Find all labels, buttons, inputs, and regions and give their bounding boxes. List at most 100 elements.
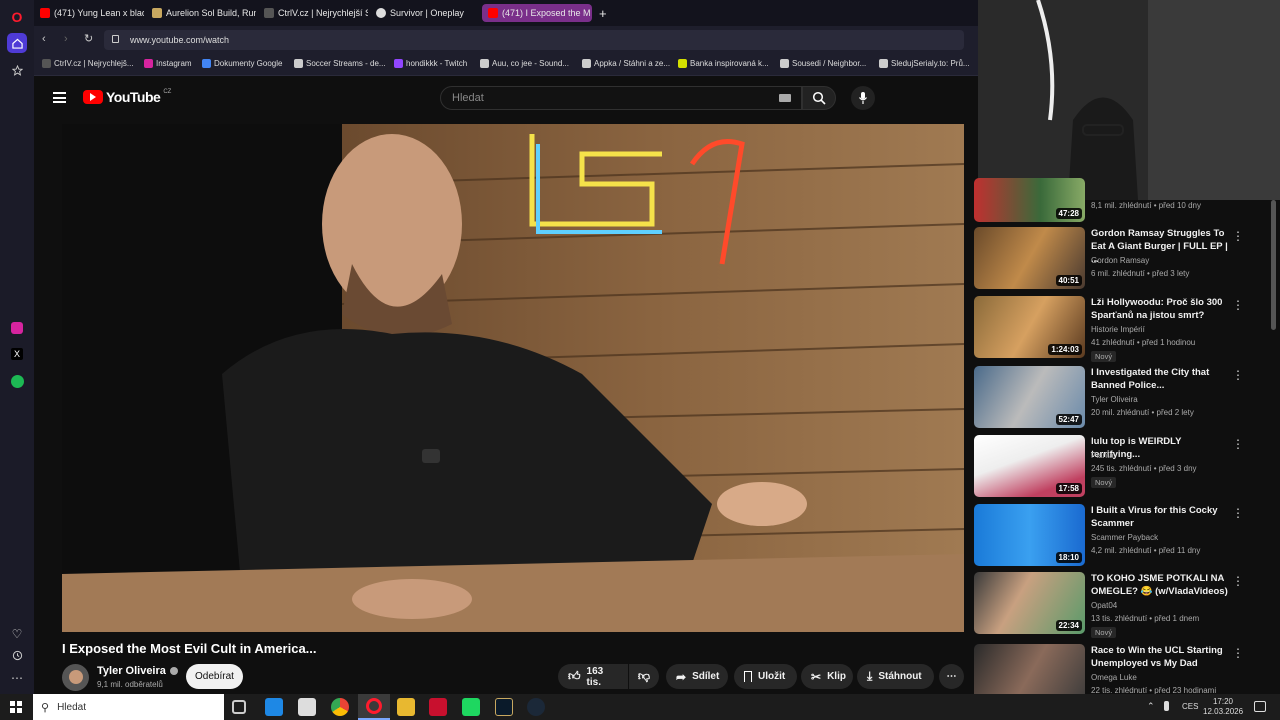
verified-icon <box>169 667 178 675</box>
share-button[interactable]: ➦ Sdílet <box>666 664 728 689</box>
video-player[interactable] <box>62 124 964 632</box>
star-icon[interactable] <box>7 60 27 80</box>
new-tab-button[interactable]: + <box>596 4 614 22</box>
page-icon <box>480 59 489 68</box>
recommendation-item[interactable]: 1:24:03 Lži Hollywoodu: Proč šlo 300 Spa… <box>974 296 1264 362</box>
scissors-icon: ✂ <box>811 669 822 684</box>
language-indicator[interactable]: CES <box>1182 702 1198 711</box>
microphone-icon[interactable] <box>1164 701 1169 711</box>
site-favicon-icon <box>152 8 162 18</box>
address-bar[interactable]: www.youtube.com/watch <box>104 30 964 50</box>
kebab-menu-icon[interactable]: ⋮ <box>1232 437 1244 451</box>
opera-logo-icon[interactable]: O <box>7 7 27 27</box>
search-button[interactable] <box>802 86 836 110</box>
bookmark-item[interactable]: SledujSerialy.to: Prů... <box>879 59 970 68</box>
recommendation-item[interactable]: 17:58 lulu top is WEIRDLY terrifying... … <box>974 435 1264 499</box>
youtube-play-icon <box>83 90 103 104</box>
store-icon[interactable] <box>298 698 316 716</box>
windows-start-icon[interactable] <box>10 701 22 713</box>
save-button[interactable]: Uložit <box>734 664 797 689</box>
league-client-icon[interactable] <box>495 698 513 716</box>
keyboard-icon[interactable] <box>779 94 791 102</box>
video-thumbnail[interactable]: 47:28 <box>974 178 1085 222</box>
download-button[interactable]: ⤓ Stáhnout <box>857 664 934 689</box>
scrollbar-thumb[interactable] <box>1271 200 1276 330</box>
history-icon[interactable] <box>7 645 27 665</box>
bookmark-item[interactable]: Banka inspirovaná k... <box>678 59 769 68</box>
x-icon[interactable]: X <box>7 344 27 364</box>
bookmark-item[interactable]: Appka / Stáhni a ze... <box>582 59 670 68</box>
recommendation-item[interactable]: 22:34 TO KOHO JSME POTKALI NA OMEGLE? 😂 … <box>974 572 1264 638</box>
clip-button[interactable]: ✂ Klip <box>801 664 853 689</box>
recommendation-item[interactable]: 52:47 I Investigated the City that Banne… <box>974 366 1264 430</box>
subscribe-button[interactable]: Odebírat <box>186 664 243 689</box>
site-favicon-icon <box>264 8 274 18</box>
subscriber-count: 9,1 mil. odběratelů <box>97 680 163 689</box>
youtube-logo[interactable]: YouTube CZ <box>83 89 171 105</box>
bookmark-item[interactable]: Soccer Streams - de... <box>294 59 386 68</box>
bookmark-item[interactable]: Dokumenty Google <box>202 59 282 68</box>
bookmark-item[interactable]: Instagram <box>144 59 192 68</box>
file-explorer-icon[interactable] <box>397 698 415 716</box>
bookmark-item[interactable]: Auu, co jee - Sound... <box>480 59 569 68</box>
bookmark-item[interactable]: CtrlV.cz | Nejrychlejš... <box>42 59 134 68</box>
voice-search-button[interactable] <box>851 86 875 110</box>
mail-icon[interactable] <box>265 698 283 716</box>
task-view-icon[interactable] <box>232 700 246 714</box>
recommendation-item[interactable]: 40:51 Gordon Ramsay Struggles To Eat A G… <box>974 227 1264 291</box>
more-icon[interactable]: ⋯ <box>7 668 27 688</box>
kebab-menu-icon[interactable]: ⋮ <box>1232 506 1244 520</box>
lock-icon <box>112 35 119 43</box>
instagram-icon <box>144 59 153 68</box>
kebab-menu-icon[interactable]: ⋮ <box>1232 298 1244 312</box>
kebab-menu-icon[interactable]: ⋮ <box>1232 229 1244 243</box>
bookmark-item[interactable]: Sousedi / Neighbor... <box>780 59 866 68</box>
forward-icon[interactable]: › <box>64 33 68 45</box>
like-button[interactable]: 👍︎ 163 tis. <box>558 664 628 689</box>
taskbar-search[interactable]: ⚲ Hledat <box>33 694 224 720</box>
notification-icon[interactable] <box>1254 701 1266 712</box>
kebab-menu-icon[interactable]: ⋮ <box>1232 574 1244 588</box>
video-thumbnail[interactable]: 17:58 <box>974 435 1085 497</box>
menu-icon[interactable] <box>53 92 66 103</box>
video-thumbnail[interactable]: 52:47 <box>974 366 1085 428</box>
page-icon <box>780 59 789 68</box>
reload-icon[interactable]: ↻ <box>84 32 93 45</box>
video-thumbnail[interactable]: 40:51 <box>974 227 1085 289</box>
steam-icon[interactable] <box>527 698 545 716</box>
webcam-overlay <box>978 0 1280 200</box>
instagram-icon[interactable] <box>7 318 27 338</box>
app-icon[interactable] <box>462 698 480 716</box>
thumbs-down-icon: 👎︎ <box>637 669 651 683</box>
tab-2[interactable]: CtrlV.cz | Nejrychlejší Scre <box>258 4 368 22</box>
recommendation-item[interactable]: 47:28 8,1 mil. zhlédnutí • před 10 dny <box>974 178 1264 222</box>
chrome-icon[interactable] <box>331 698 349 716</box>
heart-icon[interactable]: ♡ <box>7 624 27 644</box>
recommendation-item[interactable]: Race to Win the UCL Starting Unemployed … <box>974 644 1264 694</box>
back-icon[interactable]: ‹ <box>42 33 46 45</box>
app-icon[interactable] <box>429 698 447 716</box>
clock[interactable]: 17:20 12.03.2026 <box>1203 697 1243 717</box>
home-icon[interactable] <box>7 33 27 53</box>
video-thumbnail[interactable]: 18:10 <box>974 504 1085 566</box>
channel-avatar[interactable] <box>62 664 89 691</box>
opera-taskbar-button[interactable] <box>358 694 390 720</box>
kebab-menu-icon[interactable]: ⋮ <box>1232 646 1244 660</box>
search-icon: ⚲ <box>41 701 50 714</box>
video-thumbnail[interactable] <box>974 644 1085 694</box>
video-thumbnail[interactable]: 1:24:03 <box>974 296 1085 358</box>
video-thumbnail[interactable]: 22:34 <box>974 572 1085 634</box>
dislike-button[interactable]: 👎︎ <box>629 664 659 689</box>
chevron-up-icon[interactable]: ⌃ <box>1147 701 1155 712</box>
more-actions-button[interactable]: ⋯ <box>939 664 964 689</box>
recommendation-item[interactable]: 18:10 I Built a Virus for this Cocky Sca… <box>974 504 1264 568</box>
bookmark-item[interactable]: hondikkk - Twitch <box>394 59 467 68</box>
tab-active[interactable]: (471) I Exposed the M <box>482 4 592 22</box>
tab-0[interactable]: (471) Yung Lean x bladee <box>34 4 144 22</box>
tab-3[interactable]: Survivor | Oneplay <box>370 4 480 22</box>
spotify-icon[interactable] <box>7 371 27 391</box>
kebab-menu-icon[interactable]: ⋮ <box>1232 368 1244 382</box>
search-input[interactable]: Hledat <box>440 86 802 110</box>
channel-name[interactable]: Tyler Oliveira <box>97 665 178 677</box>
tab-1[interactable]: Aurelion Sol Build, Runes <box>146 4 256 22</box>
